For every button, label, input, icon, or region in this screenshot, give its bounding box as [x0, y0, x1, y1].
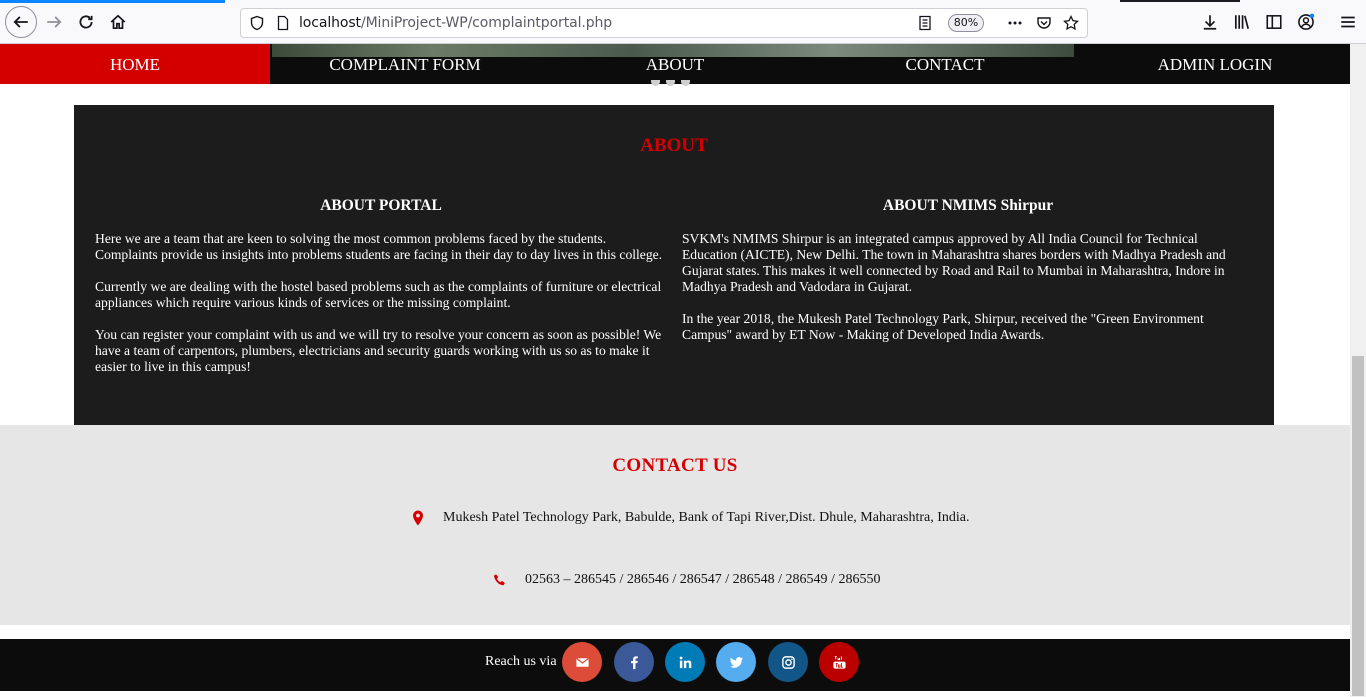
contact-address: Mukesh Patel Technology Park, Babulde, B…: [443, 510, 970, 525]
scrollbar-thumb[interactable]: [1352, 356, 1364, 696]
arrow-right-icon: [47, 16, 62, 28]
sidebar-icon: [1266, 15, 1282, 29]
about-section: ABOUT ABOUT PORTAL Here we are a team th…: [74, 105, 1274, 425]
instagram-link[interactable]: [768, 642, 808, 682]
carousel-indicators[interactable]: [651, 80, 690, 86]
sidebar-button[interactable]: [1259, 7, 1289, 37]
carousel-dot[interactable]: [681, 80, 690, 86]
hamburger-icon: [1341, 16, 1355, 28]
youtube-link[interactable]: [819, 642, 859, 682]
phone-icon: [493, 574, 505, 586]
contact-title: CONTACT US: [612, 455, 738, 476]
about-nmims-paragraph: SVKM's NMIMS Shirpur is an integrated ca…: [682, 231, 1226, 294]
zoom-indicator[interactable]: 80%: [948, 14, 984, 32]
library-button[interactable]: [1227, 7, 1257, 37]
forward-button[interactable]: [39, 7, 69, 37]
browser-toolbar: localhost/MiniProject-WP/complaintportal…: [0, 0, 1366, 44]
about-portal-paragraph: Currently we are dealing with the hostel…: [95, 279, 662, 310]
email-link[interactable]: [562, 642, 602, 682]
library-icon: [1234, 15, 1250, 29]
youtube-icon: [832, 655, 846, 669]
about-title: ABOUT: [640, 135, 708, 156]
instagram-icon: [781, 655, 795, 669]
about-nmims-heading: ABOUT NMIMS Shirpur: [882, 197, 1054, 214]
nav-home[interactable]: HOME: [0, 44, 270, 84]
facebook-link[interactable]: [614, 642, 654, 682]
about-portal-paragraph: You can register your complaint with us …: [95, 327, 662, 374]
nav-contact[interactable]: CONTACT: [810, 44, 1080, 84]
nav-complaint-form[interactable]: COMPLAINT FORM: [270, 44, 540, 84]
url-path: /MiniProject-WP/complaintportal.php: [360, 15, 613, 31]
page-icon: [277, 15, 289, 31]
shield-icon[interactable]: [249, 15, 265, 31]
footer: Reach us via: [0, 639, 1350, 691]
arrow-left-icon: [13, 16, 28, 28]
envelope-icon: [575, 657, 589, 667]
about-nmims-column: ABOUT NMIMS Shirpur SVKM's NMIMS Shirpur…: [682, 198, 1254, 359]
contact-address-row: Mukesh Patel Technology Park, Babulde, B…: [411, 510, 970, 526]
tab-indicator: [1120, 0, 1240, 2]
page-scrollbar[interactable]: [1350, 44, 1366, 697]
url-host: localhost: [299, 15, 361, 31]
pocket-icon[interactable]: [1036, 15, 1052, 31]
linkedin-icon: [679, 656, 691, 668]
url-text: localhost/MiniProject-WP/complaintportal…: [299, 15, 612, 31]
downloads-button[interactable]: [1195, 7, 1225, 37]
url-bar[interactable]: localhost/MiniProject-WP/complaintportal…: [240, 8, 1088, 38]
linkedin-link[interactable]: [665, 642, 705, 682]
home-button[interactable]: [103, 7, 133, 37]
account-button[interactable]: [1291, 7, 1321, 37]
twitter-link[interactable]: [716, 642, 756, 682]
nav-about[interactable]: ABOUT: [540, 44, 810, 84]
carousel-dot[interactable]: [651, 80, 660, 86]
about-portal-heading: ABOUT PORTAL: [320, 197, 442, 214]
menu-button[interactable]: [1333, 7, 1363, 37]
contact-phone: 02563 – 286545 / 286546 / 286547 / 28654…: [525, 572, 881, 587]
facebook-icon: [630, 655, 638, 669]
main-navbar: HOME COMPLAINT FORM ABOUT CONTACT ADMIN …: [0, 44, 1350, 84]
contact-section: CONTACT US Mukesh Patel Technology Park,…: [0, 425, 1350, 625]
about-portal-column: ABOUT PORTAL Here we are a team that are…: [95, 198, 667, 391]
reload-button[interactable]: [71, 7, 101, 37]
account-icon: [1298, 13, 1315, 30]
reader-view-icon[interactable]: [917, 15, 933, 31]
back-button[interactable]: [5, 6, 37, 38]
contact-phone-row: 02563 – 286545 / 286546 / 286547 / 28654…: [493, 572, 880, 588]
about-nmims-paragraph: In the year 2018, the Mukesh Patel Techn…: [682, 311, 1204, 342]
reload-icon: [79, 15, 93, 29]
reach-us-label: Reach us via: [485, 654, 557, 669]
nav-admin-login[interactable]: ADMIN LOGIN: [1080, 44, 1350, 84]
download-icon: [1203, 15, 1217, 30]
about-portal-paragraph: Here we are a team that are keen to solv…: [95, 231, 663, 262]
map-marker-icon: [413, 510, 423, 526]
star-icon[interactable]: [1063, 15, 1079, 31]
carousel-dot[interactable]: [666, 80, 675, 86]
more-icon[interactable]: [1007, 15, 1023, 31]
home-icon: [110, 14, 126, 30]
tab-indicator: [0, 0, 225, 3]
twitter-icon: [729, 656, 743, 668]
